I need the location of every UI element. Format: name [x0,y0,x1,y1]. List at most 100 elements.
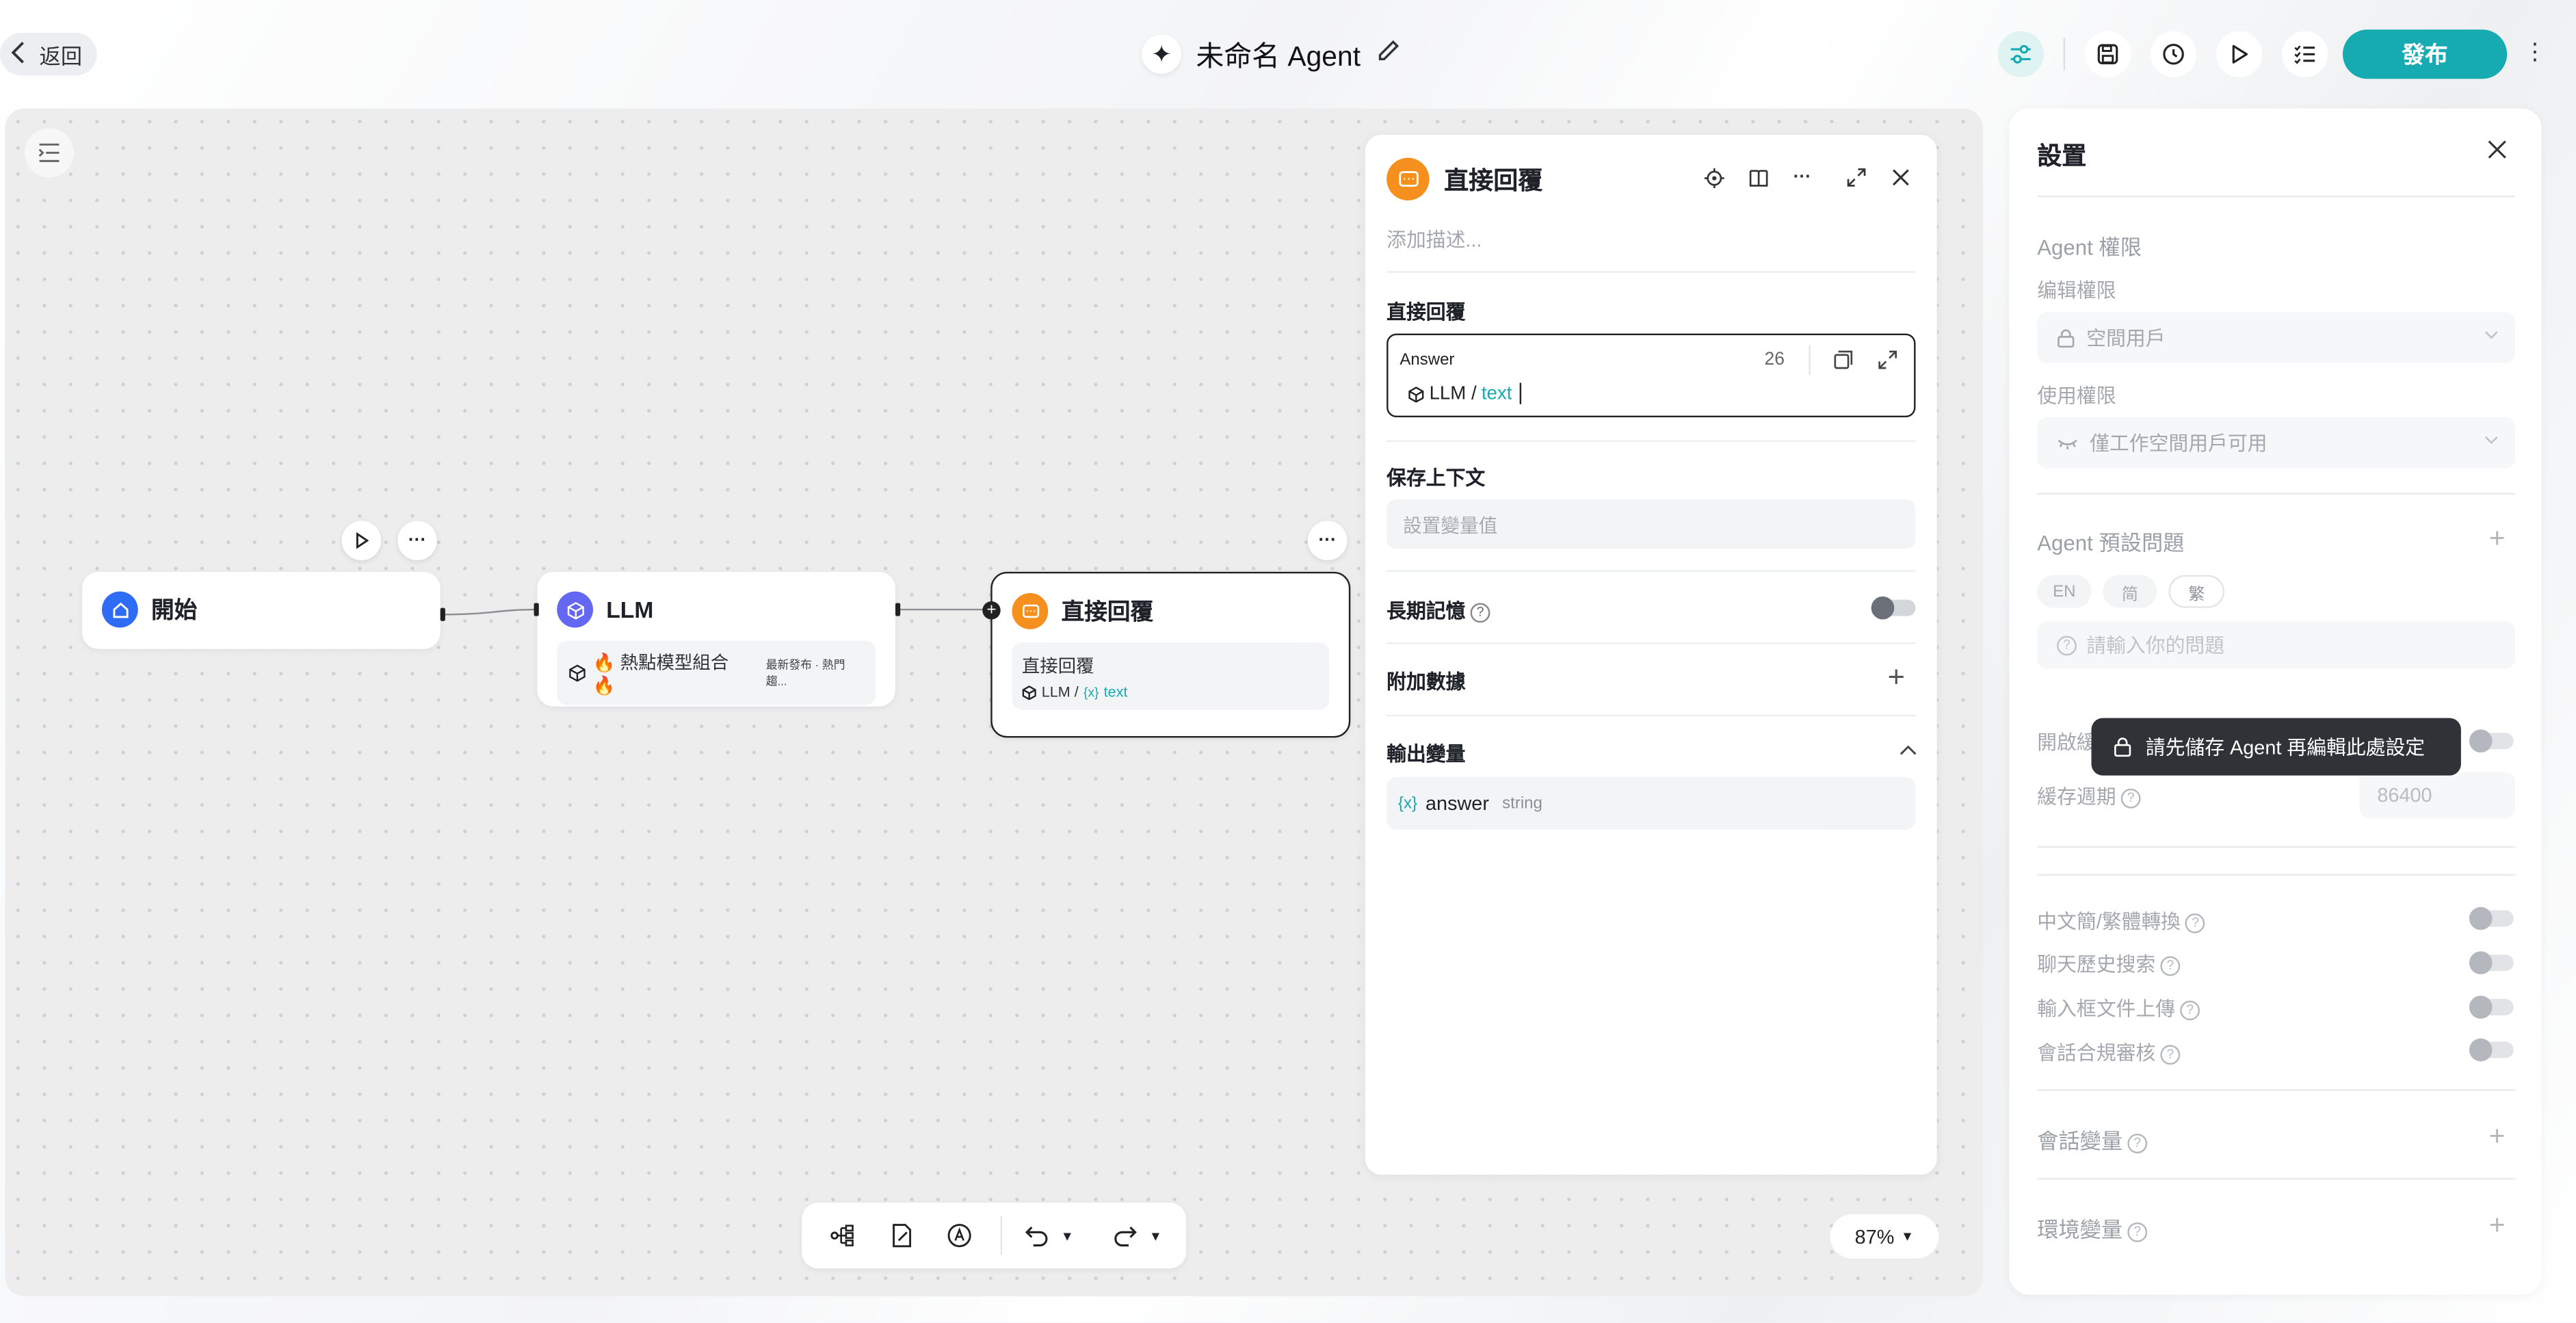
chevron-left-icon [10,40,29,68]
add-env-var-icon[interactable]: + [2489,1211,2506,1239]
preset-questions-label: Agent 預設問題 [2037,530,2185,555]
help-icon[interactable]: ? [2160,956,2181,976]
checklist-button[interactable] [2282,31,2328,77]
locate-icon[interactable] [1700,164,1726,190]
add-note-button[interactable] [883,1216,920,1255]
toggle-label: 輸入框文件上傳 [2037,997,2176,1021]
answer-editor[interactable]: Answer 26 LLM / text [1386,333,1916,418]
lang-chip-simplified[interactable]: 简 [2103,575,2157,608]
compliance-toggle[interactable] [2469,1038,2514,1062]
context-variable-input[interactable]: 設置變量值 [1386,499,1916,549]
settings-panel: 設置 Agent 權限 编辑權限 空間用戶 使用權限 僅工作空間用戶可用 Age… [2009,108,2542,1295]
close-icon[interactable] [2487,138,2507,168]
chevron-up-icon[interactable] [1899,743,1917,761]
edit-permission-select[interactable]: 空間用戶 [2037,312,2516,363]
book-icon[interactable] [1745,164,1771,190]
answer-var: text [1481,383,1512,404]
toggle-label: 中文簡/繁體轉換 [2037,910,2181,934]
lang-chip-en[interactable]: EN [2037,575,2092,608]
expand-icon[interactable] [1878,348,1897,378]
divider [2037,493,2516,495]
toggle-label: 聊天歷史搜索 [2037,953,2156,976]
lock-icon [2114,737,2131,757]
edit-title-icon[interactable] [1376,37,1402,70]
expand-icon[interactable] [1843,164,1869,190]
play-icon [2232,44,2248,64]
run-node-button[interactable] [341,521,382,561]
help-icon: ? [2057,635,2077,655]
add-extra-data-icon[interactable]: + [1888,662,1905,692]
help-icon[interactable]: ? [1470,603,1490,623]
output-var-name: answer [1425,791,1489,815]
pointer-mode-button[interactable] [941,1216,978,1255]
add-session-var-icon[interactable]: + [2489,1122,2506,1150]
add-node-handle[interactable]: + [982,601,1001,620]
input-port[interactable] [534,603,539,616]
eye-off-icon [2058,438,2077,449]
save-first-tooltip: 請先儲存 Agent 再編輯此處設定 [2091,718,2461,776]
node-more-button[interactable]: ··· [397,521,437,561]
redo-menu-chevron-icon[interactable]: ▼ [1146,1216,1165,1255]
more-icon[interactable]: ··· [1789,164,1815,190]
use-permission-select[interactable]: 僅工作空間用戶可用 [2037,417,2516,469]
variable-icon: {x} [1083,684,1099,699]
run-button[interactable] [2216,31,2263,77]
add-question-icon[interactable]: + [2489,524,2506,552]
help-icon[interactable]: ? [2127,1221,2148,1242]
publish-button[interactable]: 發布 [2342,29,2508,79]
tidy-layout-button[interactable] [825,1216,862,1255]
node-label: LLM [606,596,654,623]
lock-icon [2058,328,2075,347]
preview-title: 直接回覆 [1021,657,1094,677]
divider [1386,570,1916,572]
edit-permission-value: 空間用戶 [2086,326,2166,350]
model-chip: 🔥 熱點模型組合 🔥 最新發布 · 熱門趨... [557,640,876,705]
chevron-down-icon: ▼ [1900,1229,1915,1244]
description-input[interactable]: 添加描述... [1386,225,1482,253]
help-icon[interactable]: ? [2160,1045,2181,1064]
reply-node-more-button[interactable]: ··· [1307,521,1348,561]
help-icon[interactable]: ? [2127,1133,2148,1153]
zoom-control[interactable]: 87% ▼ [1830,1214,1939,1259]
model-meta: 最新發布 · 熱門趨... [765,659,845,688]
reply-node[interactable]: 直接回覆 直接回覆 LLM / {x} text [990,571,1351,738]
convert-toggle[interactable] [2469,906,2514,930]
clock-icon [2163,44,2184,65]
model-name: 🔥 熱點模型組合 🔥 [592,653,729,697]
undo-menu-chevron-icon[interactable]: ▼ [1058,1216,1077,1255]
history-search-toggle[interactable] [2469,951,2514,975]
cache-period-label: 緩存週期 [2037,785,2116,809]
cache-label: 開啟緩 [2037,731,2097,755]
save-button[interactable] [2084,31,2131,77]
output-port[interactable] [440,607,445,621]
history-button[interactable] [2150,31,2197,77]
question-placeholder: 請輸入你的問題 [2086,634,2225,657]
help-icon[interactable]: ? [2180,1000,2200,1021]
undo-button[interactable] [1018,1216,1055,1255]
back-button[interactable]: 返回 [0,33,97,76]
more-menu-icon[interactable]: ⋮ [2523,38,2547,66]
memory-label: 長期記憶 [1386,599,1466,623]
lang-chip-traditional[interactable]: 繁 [2168,575,2225,608]
message-icon [1386,157,1430,201]
question-input[interactable]: ? 請輸入你的問題 [2037,620,2516,669]
copy-icon[interactable] [1833,348,1853,378]
sliders-icon [2010,44,2031,64]
output-port[interactable] [895,603,901,616]
cube-icon [1408,386,1424,402]
settings-toggle-button[interactable] [1997,31,2044,77]
llm-node[interactable]: LLM 🔥 熱點模型組合 🔥 最新發布 · 熱門趨... [537,571,895,707]
file-upload-toggle[interactable] [2469,995,2514,1019]
cache-period-input[interactable]: 86400 [2358,772,2516,819]
cache-toggle[interactable] [2469,729,2514,753]
start-node[interactable]: 開始 [82,571,441,649]
divider [1386,440,1916,443]
redo-button[interactable] [1106,1216,1143,1255]
help-icon[interactable]: ? [2185,913,2206,933]
output-section-label: 輸出變量 [1386,742,1466,766]
memory-toggle[interactable] [1871,596,1916,620]
close-icon[interactable] [1888,164,1914,190]
sparkle-icon: ✦ [1142,34,1181,73]
divider [1809,345,1811,375]
help-icon[interactable]: ? [2120,788,2141,809]
